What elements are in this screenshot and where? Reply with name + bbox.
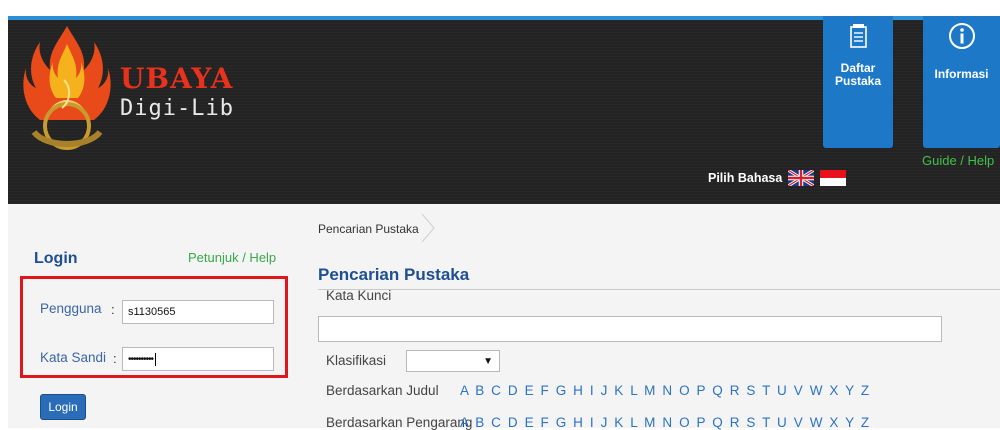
dropdown-arrow-icon: ▼: [483, 356, 493, 367]
username-colon: :: [111, 302, 115, 317]
login-button[interactable]: Login: [40, 394, 86, 420]
breadcrumb[interactable]: Pencarian Pustaka: [318, 222, 419, 236]
uk-flag-icon[interactable]: [788, 170, 815, 186]
title-alphabet-links[interactable]: A B C D E F G H I J K L M N O P Q R S T …: [460, 383, 870, 398]
ubaya-logo-icon: [23, 26, 111, 150]
informasi-label: Informasi: [934, 67, 989, 81]
password-colon: :: [113, 351, 117, 366]
brand-title: UBAYA: [120, 62, 234, 95]
daftar-pustaka-button[interactable]: Daftar Pustaka: [823, 16, 893, 148]
language-label: Pilih Bahasa: [708, 171, 783, 185]
username-label: Pengguna: [40, 301, 102, 316]
password-dots: ••••••••••: [128, 354, 154, 366]
daftar-label-line2: Pustaka: [834, 74, 882, 88]
page-title: Pencarian Pustaka: [318, 265, 470, 284]
login-help-link[interactable]: Petunjuk / Help: [188, 250, 276, 265]
site-header: UBAYA Digi-Lib Daftar Pustaka Informasi …: [8, 16, 1000, 204]
username-input[interactable]: s1130565: [122, 300, 274, 324]
password-label: Kata Sandi: [40, 350, 107, 365]
guide-help-link[interactable]: Guide / Help: [922, 153, 994, 168]
language-selector[interactable]: Pilih Bahasa: [708, 170, 847, 186]
keyword-label: Kata Kunci: [326, 288, 392, 303]
breadcrumb-separator-icon: [421, 214, 435, 242]
indonesia-flag-icon[interactable]: [820, 170, 847, 186]
list-icon: [850, 24, 867, 48]
top-strip: [0, 0, 1000, 16]
informasi-button[interactable]: Informasi: [923, 16, 1000, 148]
by-title-label: Berdasarkan Judul: [326, 383, 439, 398]
password-input[interactable]: ••••••••••: [122, 347, 274, 371]
login-title: Login: [34, 250, 78, 267]
text-cursor: [155, 353, 157, 366]
brand-subtitle: Digi-Lib: [120, 96, 234, 121]
classification-label: Klasifikasi: [326, 353, 387, 368]
info-icon: [949, 23, 975, 49]
keyword-input[interactable]: [318, 316, 942, 342]
title-divider: [318, 289, 1000, 290]
classification-select[interactable]: ▼: [406, 350, 500, 372]
